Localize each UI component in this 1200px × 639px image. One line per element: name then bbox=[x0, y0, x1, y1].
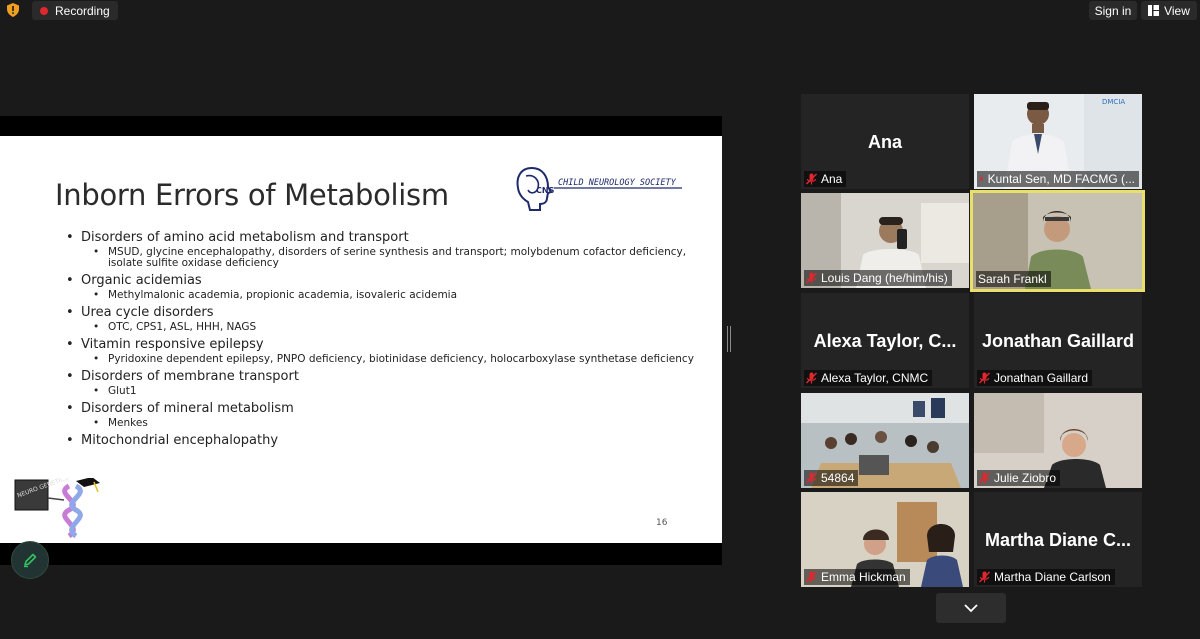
muted-mic-icon bbox=[979, 372, 990, 384]
muted-mic-icon bbox=[979, 472, 990, 484]
participant-tile[interactable]: Emma Hickman bbox=[801, 492, 969, 587]
participant-tile[interactable]: Julie Ziobro bbox=[974, 393, 1142, 488]
chevron-down-icon bbox=[964, 603, 978, 612]
participant-name: Martha Diane Carlson bbox=[994, 570, 1111, 584]
share-bottom-letterbox bbox=[0, 543, 722, 565]
participant-label: Emma Hickman bbox=[804, 569, 910, 585]
slide-title: Inborn Errors of Metabolism bbox=[55, 178, 449, 212]
share-top-letterbox bbox=[0, 116, 722, 136]
view-label: View bbox=[1164, 3, 1190, 18]
sign-in-label: Sign in bbox=[1094, 3, 1132, 18]
muted-mic-icon bbox=[806, 372, 817, 384]
sign-in-button[interactable]: Sign in bbox=[1089, 1, 1137, 20]
bullet-item: Mitochondrial encephalopathy bbox=[66, 433, 696, 448]
participant-name: Kuntal Sen, MD FACMG (... bbox=[987, 172, 1135, 186]
sub-bullet-item: Menkes bbox=[93, 418, 696, 430]
neurogenetics-dna-illustration: NEURO GENETICS bbox=[14, 478, 100, 539]
participant-display-name: Alexa Taylor, C... bbox=[813, 331, 957, 351]
participant-name: Ana bbox=[821, 172, 843, 186]
participant-label: 54864 bbox=[804, 470, 859, 486]
participant-name: Alexa Taylor, CNMC bbox=[821, 371, 929, 385]
sub-bullet-item: MSUD, glycine encephalopathy, disorders … bbox=[93, 247, 696, 269]
participant-tile[interactable]: DMCIA Kuntal Sen, MD FACMG (... bbox=[974, 94, 1142, 189]
participant-tile[interactable]: Martha Diane C... Martha Diane Carlson bbox=[974, 492, 1142, 587]
video-badge: DMCIA bbox=[1102, 98, 1125, 106]
bullet-item: Disorders of amino acid metabolism and t… bbox=[66, 230, 696, 245]
participant-display-name: Martha Diane C... bbox=[984, 530, 1132, 550]
panel-resize-handle[interactable] bbox=[727, 326, 731, 352]
sub-bullet-item: OTC, CPS1, ASL, HHH, NAGS bbox=[93, 322, 696, 334]
slide-page-number: 16 bbox=[656, 518, 668, 528]
muted-mic-icon bbox=[806, 472, 817, 484]
next-page-button[interactable] bbox=[936, 593, 1006, 623]
participant-label: Martha Diane Carlson bbox=[977, 569, 1115, 585]
participant-name: Emma Hickman bbox=[821, 570, 906, 584]
participant-name: Louis Dang (he/him/his) bbox=[821, 271, 948, 285]
bullet-item: Vitamin responsive epilepsy bbox=[66, 337, 696, 352]
view-grid-icon bbox=[1148, 5, 1160, 16]
view-button[interactable]: View bbox=[1141, 1, 1197, 20]
child-neurology-society-logo: CNS CHILD NEUROLOGY SOCIETY bbox=[516, 166, 682, 211]
participant-label: Julie Ziobro bbox=[977, 470, 1061, 486]
participant-label: Louis Dang (he/him/his) bbox=[804, 270, 952, 286]
shield-icon[interactable] bbox=[6, 3, 20, 17]
participant-tile-active-speaker[interactable]: Sarah Frankl bbox=[970, 190, 1145, 292]
bullet-item: Disorders of mineral metabolism bbox=[66, 401, 696, 416]
participant-name: Sarah Frankl bbox=[978, 272, 1047, 286]
pencil-icon bbox=[24, 553, 37, 568]
participant-name: 54864 bbox=[821, 471, 855, 485]
muted-mic-icon bbox=[806, 571, 817, 583]
participant-display-name: Ana bbox=[867, 132, 902, 152]
participant-name: Julie Ziobro bbox=[994, 471, 1057, 485]
recording-indicator[interactable]: Recording bbox=[32, 1, 118, 20]
logo-text: CHILD NEUROLOGY SOCIETY bbox=[558, 178, 677, 188]
logo-mark: CNS bbox=[536, 186, 555, 195]
sub-bullet-item: Pyridoxine dependent epilepsy, PNPO defi… bbox=[93, 354, 696, 366]
participant-name: Jonathan Gaillard bbox=[994, 371, 1089, 385]
muted-mic-icon bbox=[979, 176, 984, 182]
participant-tile[interactable]: Jonathan Gaillard Jonathan Gaillard bbox=[974, 293, 1142, 388]
participant-tile[interactable]: Louis Dang (he/him/his) bbox=[801, 193, 969, 288]
record-dot-icon bbox=[40, 6, 48, 15]
shared-slide: Inborn Errors of Metabolism CNS CHILD NE… bbox=[0, 136, 722, 543]
participant-label: Kuntal Sen, MD FACMG (... bbox=[977, 171, 1139, 187]
participant-label: Ana bbox=[804, 171, 847, 187]
participant-label: Sarah Frankl bbox=[976, 271, 1051, 287]
muted-mic-icon bbox=[806, 272, 817, 284]
participant-tile[interactable]: Ana Ana bbox=[801, 94, 969, 189]
participant-label: Jonathan Gaillard bbox=[977, 370, 1093, 386]
participant-label: Alexa Taylor, CNMC bbox=[804, 370, 933, 386]
slide-bullet-list: Disorders of amino acid metabolism and t… bbox=[66, 226, 696, 448]
participant-tile[interactable]: Alexa Taylor, C... Alexa Taylor, CNMC bbox=[801, 293, 969, 388]
sub-bullet-item: Glut1 bbox=[93, 386, 696, 398]
sub-bullet-item: Methylmalonic academia, propionic academ… bbox=[93, 290, 696, 302]
muted-mic-icon bbox=[806, 173, 817, 185]
participant-display-name: Jonathan Gaillard bbox=[981, 331, 1135, 351]
participant-tile[interactable]: 54864 bbox=[801, 393, 969, 488]
recording-label: Recording bbox=[55, 3, 110, 18]
muted-mic-icon bbox=[979, 571, 990, 583]
bullet-item: Disorders of membrane transport bbox=[66, 369, 696, 384]
bullet-item: Urea cycle disorders bbox=[66, 305, 696, 320]
bullet-item: Organic acidemias bbox=[66, 273, 696, 288]
annotate-button[interactable] bbox=[11, 541, 49, 579]
